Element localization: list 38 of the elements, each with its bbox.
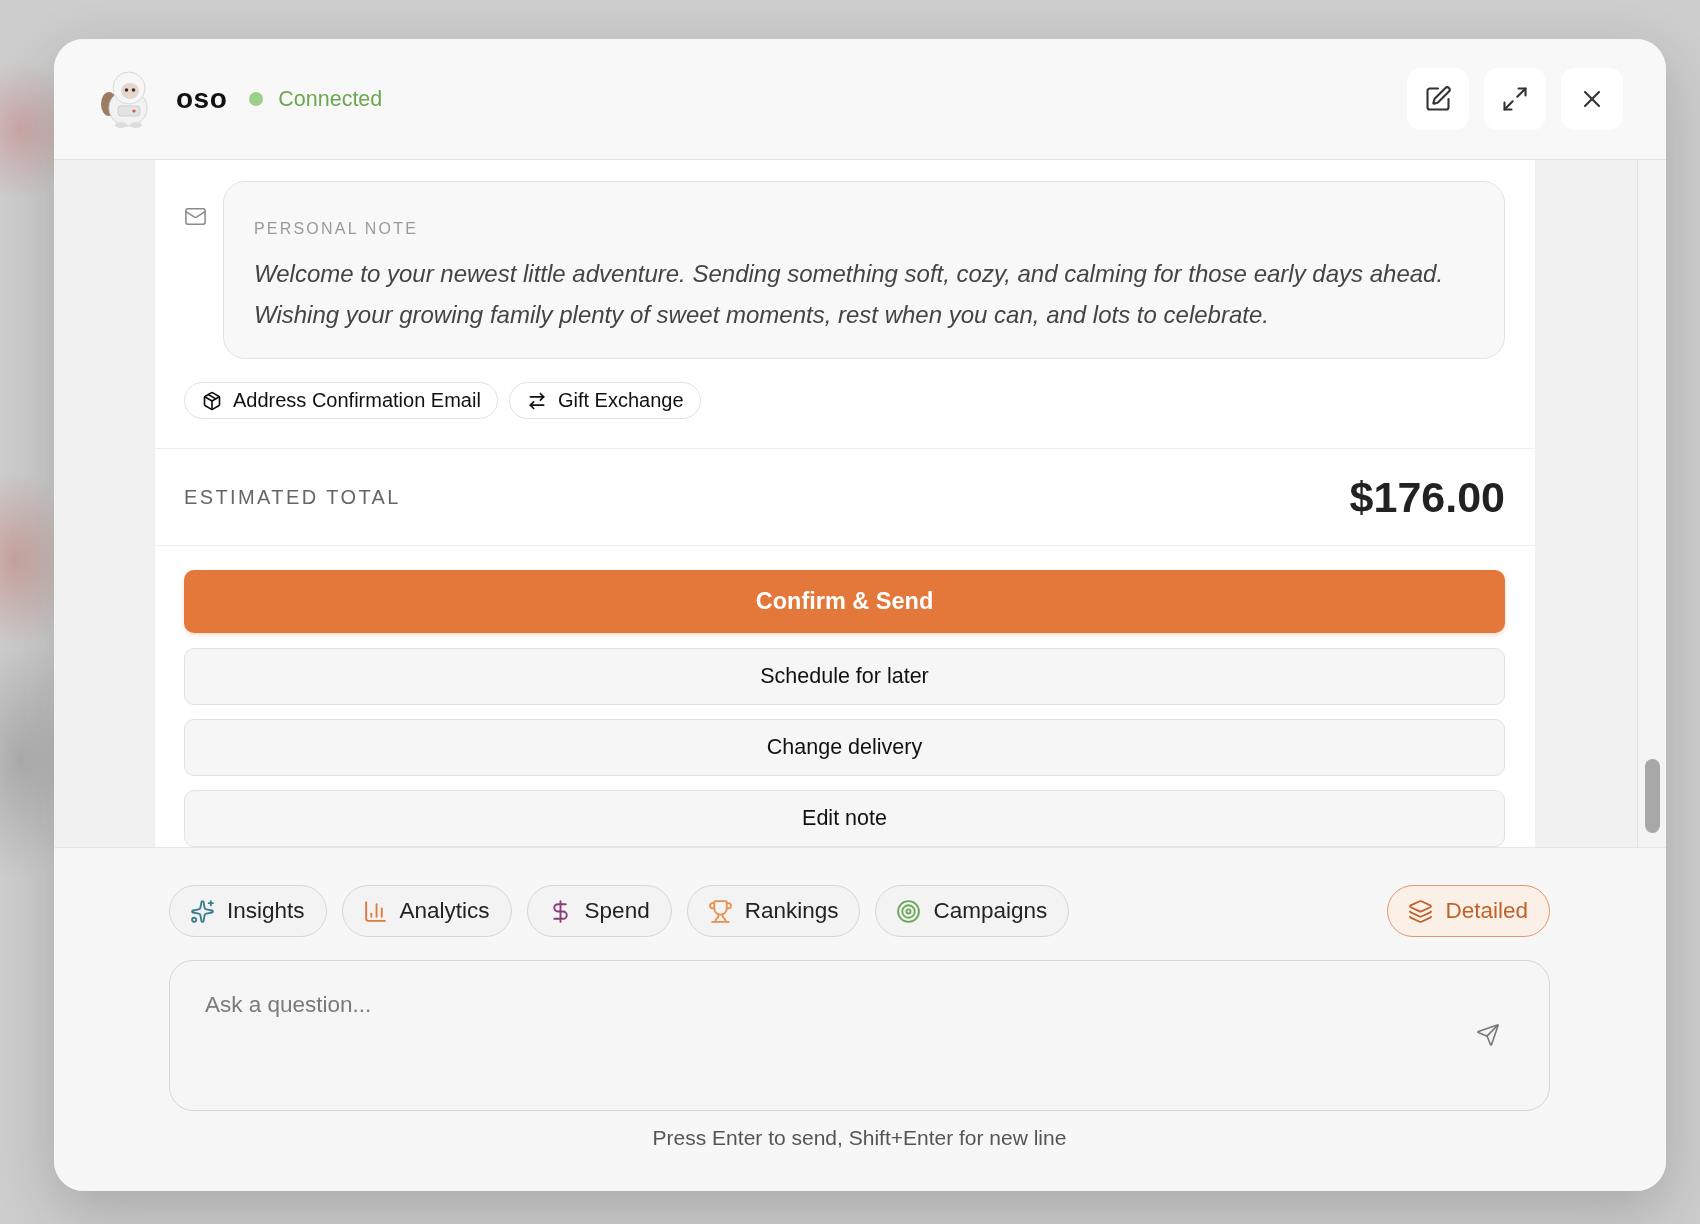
- quick-action-chip[interactable]: Insights: [169, 885, 327, 937]
- secondary-button[interactable]: Change delivery: [184, 719, 1505, 776]
- expand-arrows-icon: [1501, 85, 1529, 113]
- close-button[interactable]: [1561, 68, 1623, 130]
- send-icon: [1476, 1023, 1500, 1047]
- layers-icon: [1408, 898, 1434, 924]
- quick-action-chip[interactable]: Analytics: [341, 885, 512, 937]
- quick-action-chip[interactable]: Spend: [526, 885, 672, 937]
- secondary-button[interactable]: Edit note: [184, 790, 1505, 847]
- chip-label: Rankings: [744, 898, 839, 924]
- tag-chip[interactable]: Gift Exchange: [508, 382, 701, 419]
- question-input[interactable]: Ask a question...: [169, 960, 1550, 1111]
- secondary-button[interactable]: Schedule for later: [184, 648, 1505, 705]
- chip-label: Spend: [584, 898, 650, 924]
- keyboard-hint: Press Enter to send, Shift+Enter for new line: [651, 1126, 1068, 1150]
- pencil-square-icon: [1424, 85, 1452, 113]
- package-icon: [202, 390, 222, 411]
- total-amount: $176.00: [1349, 472, 1505, 522]
- send-button[interactable]: [1476, 1023, 1500, 1047]
- scrollbar-thumb[interactable]: [1645, 759, 1660, 833]
- expand-button[interactable]: [1484, 68, 1546, 130]
- detailed-toggle[interactable]: Detailed: [1387, 885, 1550, 937]
- chip-label: Analytics: [399, 898, 490, 924]
- compose-button[interactable]: [1407, 68, 1469, 130]
- toggle-label: Detailed: [1445, 898, 1528, 924]
- note-label: PERSONAL NOTE: [254, 219, 420, 239]
- assistant-name: oso: [176, 83, 228, 115]
- envelope-icon: [184, 205, 207, 228]
- tag-label: Address Confirmation Email: [233, 389, 481, 412]
- note-text: Welcome to your newest little adventure. Sending something soft, cozy, and calming for those early days ahead. Wishing your growing family plenty of sweet moments, rest when you can, and lots to celebrate.: [254, 259, 1445, 330]
- total-label: ESTIMATED TOTAL: [184, 485, 401, 509]
- quick-action-chip[interactable]: Campaigns: [875, 885, 1070, 937]
- quick-action-chip[interactable]: Rankings: [686, 885, 861, 937]
- chip-label: Insights: [227, 898, 305, 924]
- tag-chip[interactable]: Address Confirmation Email: [184, 382, 498, 419]
- status-label: Connected: [278, 86, 383, 112]
- chip-label: Campaigns: [933, 898, 1048, 924]
- tag-label: Gift Exchange: [557, 389, 684, 412]
